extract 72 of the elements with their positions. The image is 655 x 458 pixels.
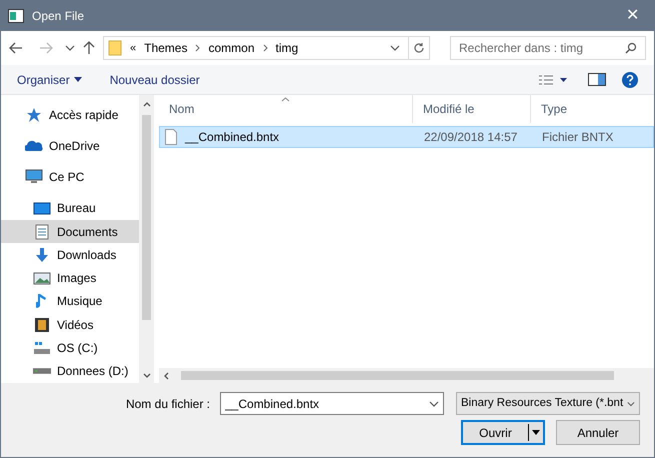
window-icon (8, 8, 24, 22)
sidebar-item[interactable]: Ce PC (1, 166, 139, 189)
close-button[interactable]: ✕ (618, 4, 647, 28)
address-bar[interactable]: « Themes common timg (103, 36, 430, 60)
modified-date: 22/09/2018 14:57 (423, 129, 518, 146)
up-arrow-icon[interactable] (83, 41, 95, 55)
chevron-down-icon (429, 400, 439, 406)
scroll-down-icon[interactable] (142, 373, 150, 378)
sort-caret-icon (281, 97, 290, 102)
sidebar-item[interactable]: Images (1, 266, 139, 290)
cloud-icon (25, 140, 43, 152)
scroll-left-icon[interactable] (164, 372, 169, 380)
cancel-button[interactable]: Annuler (556, 420, 640, 445)
desktop-icon (33, 201, 51, 216)
column-header[interactable]: Type (531, 95, 654, 123)
chevron-down-icon (627, 400, 635, 406)
chevron-right-icon (262, 44, 268, 52)
folder-icon (108, 40, 122, 56)
file-icon (165, 129, 177, 145)
file-row[interactable]: __Combined.bntx 22/09/2018 14:57 Fichier BNTX (159, 126, 654, 148)
chevron-right-icon (195, 44, 200, 52)
column-header[interactable]: Modifié le (413, 95, 531, 123)
document-icon (35, 224, 49, 240)
sidebar-item[interactable]: OS (C:) (1, 336, 139, 360)
horizontal-scrollbar[interactable] (159, 368, 654, 383)
scroll-up-icon[interactable] (142, 102, 150, 107)
preview-pane-icon[interactable] (588, 73, 606, 86)
file-type: Fichier BNTX (541, 129, 614, 146)
refresh-icon[interactable] (413, 42, 425, 54)
organize-button[interactable]: Organiser (17, 70, 82, 88)
drive-icon (33, 341, 51, 356)
film-icon (34, 316, 50, 333)
overflow-chevrons[interactable]: « (130, 40, 136, 56)
column-header[interactable]: Nom (159, 95, 413, 123)
address-dropdown-icon (390, 45, 400, 51)
sidebar-item[interactable]: Donnees (D:) (1, 360, 139, 383)
sidebar-scrollbar[interactable] (139, 95, 154, 383)
sidebar-item[interactable]: Vidéos (1, 313, 139, 336)
music-note-icon (36, 293, 48, 310)
sidebar-item[interactable]: OneDrive (1, 134, 139, 158)
scroll-thumb[interactable] (142, 115, 151, 320)
sidebar-item[interactable]: Bureau (1, 196, 139, 220)
file-type-dropdown[interactable]: Binary Resources Texture (*.bnt (456, 392, 640, 415)
window-title: Open File (32, 8, 84, 24)
file-name: __Combined.bntx (185, 129, 280, 146)
sidebar-item[interactable]: Documents (1, 220, 139, 244)
sidebar-item[interactable]: Accès rapide (1, 103, 139, 126)
back-arrow-icon[interactable] (9, 42, 23, 54)
search-input[interactable]: Rechercher dans : timg (459, 39, 625, 57)
view-options-icon[interactable] (538, 74, 568, 86)
search-icon[interactable] (625, 42, 637, 54)
caret-icon (532, 430, 540, 435)
monitor-icon (25, 169, 43, 186)
drive-icon (33, 368, 51, 374)
breadcrumb[interactable]: Themes (144, 39, 188, 57)
open-button[interactable]: Ouvrir (461, 420, 545, 445)
filename-input[interactable]: __Combined.bntx (225, 394, 429, 412)
sidebar-item[interactable]: Downloads (1, 243, 139, 267)
down-arrow-icon (34, 246, 50, 263)
recent-chevron-icon (65, 45, 75, 51)
filename-label: Nom du fichier : (126, 396, 210, 412)
filename-field[interactable]: __Combined.bntx (220, 392, 444, 415)
breadcrumb[interactable]: timg (276, 39, 298, 57)
breadcrumb[interactable]: common (208, 39, 254, 57)
horizontal-scroll-thumb[interactable] (181, 371, 614, 380)
caret-icon (74, 77, 82, 82)
image-icon (33, 271, 51, 286)
help-icon[interactable] (622, 72, 638, 88)
sidebar-item[interactable]: Musique (1, 290, 139, 314)
search-field[interactable]: Rechercher dans : timg (450, 36, 646, 60)
new-folder-button[interactable]: Nouveau dossier (110, 70, 200, 88)
star-icon (26, 106, 42, 123)
